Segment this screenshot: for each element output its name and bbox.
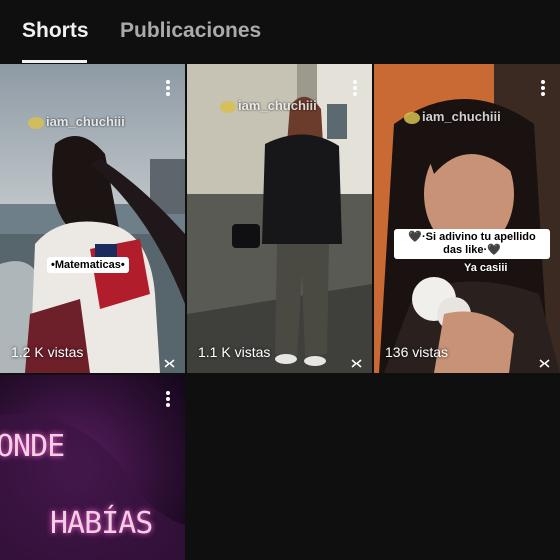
video-overlay-text-line-1: ONDE (0, 429, 65, 464)
active-tab-indicator (22, 60, 87, 63)
capcut-icon (351, 359, 362, 368)
short-thumbnail-2[interactable]: iam_chuchiii 1.1 K vistas (187, 64, 372, 373)
watermark-badge-icon (404, 111, 420, 124)
creator-watermark: iam_chuchiii (404, 109, 501, 124)
short-thumbnail-3[interactable]: iam_chuchiii 🖤·Si adivino tu apellido da… (374, 64, 560, 373)
short-thumbnail-4[interactable]: ONDE HABÍAS (0, 375, 185, 560)
video-overlay-subtext: Ya casiii (464, 262, 508, 274)
capcut-icon (164, 359, 175, 368)
view-count: 136 vistas (385, 344, 449, 360)
capcut-icon (539, 359, 550, 368)
watermark-badge-icon (28, 116, 44, 129)
more-vert-icon (541, 80, 545, 84)
more-vert-icon (353, 80, 357, 84)
more-options-button[interactable] (352, 80, 358, 96)
more-options-button[interactable] (540, 80, 546, 96)
video-overlay-text: •Matematicas• (47, 257, 129, 273)
more-vert-icon (166, 391, 170, 395)
video-overlay-text: 🖤·Si adivino tu apellido das like·🖤 (394, 229, 550, 259)
watermark-text: iam_chuchiii (238, 98, 317, 113)
creator-watermark: iam_chuchiii (220, 98, 317, 113)
watermark-text: iam_chuchiii (422, 109, 501, 124)
more-options-button[interactable] (165, 80, 171, 96)
view-count: 1.1 K vistas (198, 344, 271, 360)
channel-tabs: Shorts Publicaciones (0, 0, 560, 64)
watermark-badge-icon (220, 100, 236, 113)
creator-watermark: iam_chuchiii (28, 114, 125, 129)
thumbnail-image (0, 64, 185, 373)
more-vert-icon (166, 80, 170, 84)
video-overlay-text-line-2: HABÍAS (50, 506, 153, 541)
view-count: 1.2 K vistas (11, 344, 84, 360)
more-options-button[interactable] (165, 391, 171, 407)
tab-shorts[interactable]: Shorts (22, 19, 89, 43)
watermark-text: iam_chuchiii (46, 114, 125, 129)
short-thumbnail-1[interactable]: iam_chuchiii •Matematicas• 1.2 K vistas (0, 64, 185, 373)
tab-publicaciones[interactable]: Publicaciones (120, 19, 261, 43)
